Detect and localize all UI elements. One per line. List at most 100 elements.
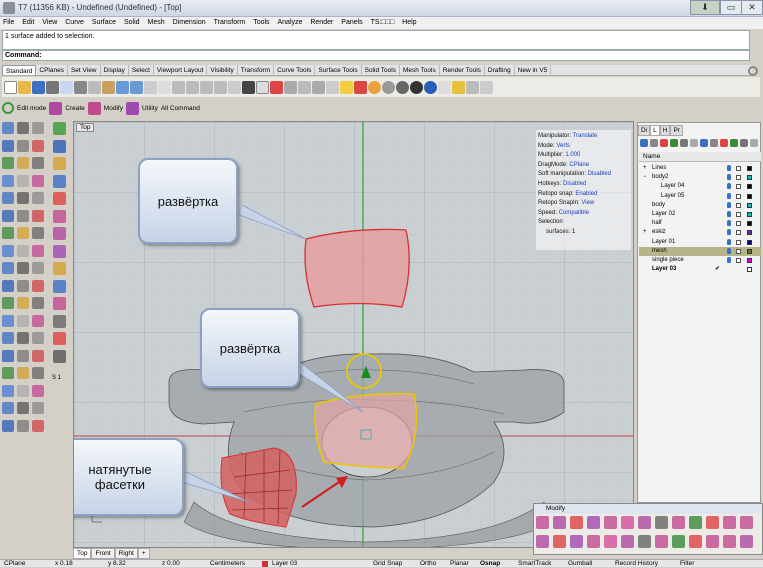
lightbulb-icon[interactable] <box>727 247 731 254</box>
tool-icon[interactable] <box>17 402 29 414</box>
power-icon[interactable] <box>2 102 14 114</box>
viewport-tab-top[interactable]: Top <box>73 548 92 559</box>
layer-row[interactable]: half <box>639 219 761 228</box>
menu-surface[interactable]: Surface <box>89 17 119 29</box>
print-icon[interactable] <box>46 80 59 94</box>
layer-row[interactable]: − body2 <box>639 173 761 182</box>
menu-file[interactable]: File <box>0 17 17 29</box>
tab-drafting[interactable]: Drafting <box>485 65 515 75</box>
lightbulb-icon[interactable] <box>727 220 731 227</box>
tab-viewport-layout[interactable]: Viewport Layout <box>154 65 208 75</box>
menu-dimension[interactable]: Dimension <box>170 17 209 29</box>
environment-icon[interactable] <box>424 80 437 94</box>
tool-icon[interactable] <box>17 314 29 327</box>
tool-icon[interactable] <box>2 192 14 204</box>
modify-tool-icon[interactable] <box>672 535 685 548</box>
command-line[interactable]: Command: <box>2 50 750 61</box>
modify-tool-icon[interactable] <box>706 516 719 529</box>
viewport-top[interactable]: Top Manipulator: Translate Mode: Verts M… <box>73 121 634 548</box>
tool-icon[interactable] <box>2 122 14 134</box>
viewport-label[interactable]: Top <box>76 123 95 132</box>
tool-icon[interactable] <box>53 244 66 258</box>
menu-analyze[interactable]: Analyze <box>275 17 306 29</box>
lightbulb-icon[interactable] <box>727 201 731 208</box>
tool-icon[interactable] <box>32 192 44 204</box>
tool-icon[interactable] <box>53 192 66 205</box>
layer-tool-icon[interactable] <box>730 139 738 147</box>
paste-icon[interactable] <box>102 80 115 94</box>
tool-icon[interactable] <box>2 227 14 239</box>
layer-expand-icon[interactable]: − <box>643 173 647 182</box>
import-icon[interactable] <box>60 80 73 94</box>
lock-icon[interactable] <box>736 184 741 190</box>
tool-icon[interactable] <box>17 332 29 344</box>
help-icon[interactable] <box>480 80 493 94</box>
layer-tool-icon[interactable] <box>640 139 648 147</box>
snap-icon[interactable] <box>452 80 465 94</box>
modify-icon[interactable] <box>87 101 101 115</box>
tool-icon[interactable] <box>17 227 29 239</box>
tool-icon[interactable] <box>53 227 66 240</box>
lightbulb-icon[interactable] <box>727 165 731 171</box>
menu-tools[interactable]: Tools <box>250 17 272 29</box>
modify-tool-icon[interactable] <box>672 516 685 529</box>
layer-color-swatch[interactable] <box>747 193 752 199</box>
lightbulb-icon[interactable] <box>727 238 731 245</box>
layer-color-swatch[interactable] <box>747 221 752 227</box>
modify-tool-icon[interactable] <box>587 516 600 529</box>
modify-tool-icon[interactable] <box>740 516 753 529</box>
tool-icon[interactable] <box>53 262 66 275</box>
tool-icon[interactable] <box>32 227 44 239</box>
zoom-window-icon[interactable] <box>186 80 199 94</box>
tool-icon[interactable] <box>32 122 44 134</box>
layer-row[interactable]: + eskiz <box>639 228 761 237</box>
tool-icon[interactable] <box>32 157 44 169</box>
viewport-tab-front[interactable]: Front <box>91 548 115 559</box>
lightbulb-icon[interactable] <box>727 257 731 263</box>
tab-set-view[interactable]: Set View <box>68 65 101 75</box>
menu-mesh[interactable]: Mesh <box>145 17 168 29</box>
menu-curve[interactable]: Curve <box>62 17 87 29</box>
render-icon[interactable] <box>410 80 423 94</box>
panel-tab-help[interactable]: H <box>659 125 671 136</box>
menu-view[interactable]: View <box>39 17 60 29</box>
cplane-icon[interactable] <box>270 80 283 94</box>
tool-icon[interactable] <box>17 279 29 292</box>
tool-icon[interactable] <box>2 139 14 152</box>
modify-tool-icon[interactable] <box>689 516 702 529</box>
modify-tool-icon[interactable] <box>570 535 583 548</box>
utility-button[interactable]: Utility <box>142 105 158 112</box>
tool-icon[interactable] <box>2 367 14 379</box>
utility-icon[interactable] <box>125 101 139 115</box>
undo-view-icon[interactable] <box>228 80 241 94</box>
modify-tool-icon[interactable] <box>536 516 549 529</box>
tool-icon[interactable] <box>53 122 66 135</box>
layer-tool-icon[interactable] <box>690 139 698 147</box>
modify-tool-icon[interactable] <box>604 535 617 548</box>
lightbulb-icon[interactable] <box>727 192 731 199</box>
lock-icon[interactable] <box>736 166 741 171</box>
tool-icon[interactable] <box>32 349 44 362</box>
hide-icon[interactable] <box>298 80 311 94</box>
tool-icon[interactable] <box>17 122 29 134</box>
layer-tool-icon[interactable] <box>660 139 668 147</box>
tool-icon[interactable] <box>53 314 66 328</box>
modify-tool-icon[interactable] <box>553 535 566 548</box>
menu-edit[interactable]: Edit <box>19 17 37 29</box>
select-icon[interactable] <box>284 80 297 94</box>
tool-icon[interactable] <box>17 367 29 379</box>
tab-visibility[interactable]: Visibility <box>207 65 238 75</box>
layer-row[interactable]: Layer 05 <box>639 192 761 201</box>
zoom-icon[interactable] <box>172 80 185 94</box>
modify-button[interactable]: Modify <box>104 105 123 112</box>
tool-icon[interactable] <box>2 314 14 327</box>
layer-tool-icon[interactable] <box>670 139 678 147</box>
create-icon[interactable] <box>49 101 63 115</box>
layer-color-swatch[interactable] <box>747 239 752 245</box>
save-icon[interactable] <box>32 80 45 94</box>
lightbulb-icon[interactable] <box>727 174 731 181</box>
layer-row[interactable]: mesh <box>639 246 761 256</box>
tool-icon[interactable] <box>17 349 29 362</box>
layer-color-swatch[interactable] <box>747 267 752 273</box>
panel-tab-properties[interactable]: Pr <box>670 125 683 136</box>
